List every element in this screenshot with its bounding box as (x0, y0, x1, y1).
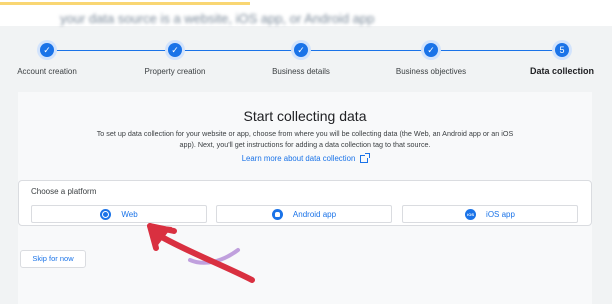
annotation-arrow-icon (147, 223, 255, 283)
